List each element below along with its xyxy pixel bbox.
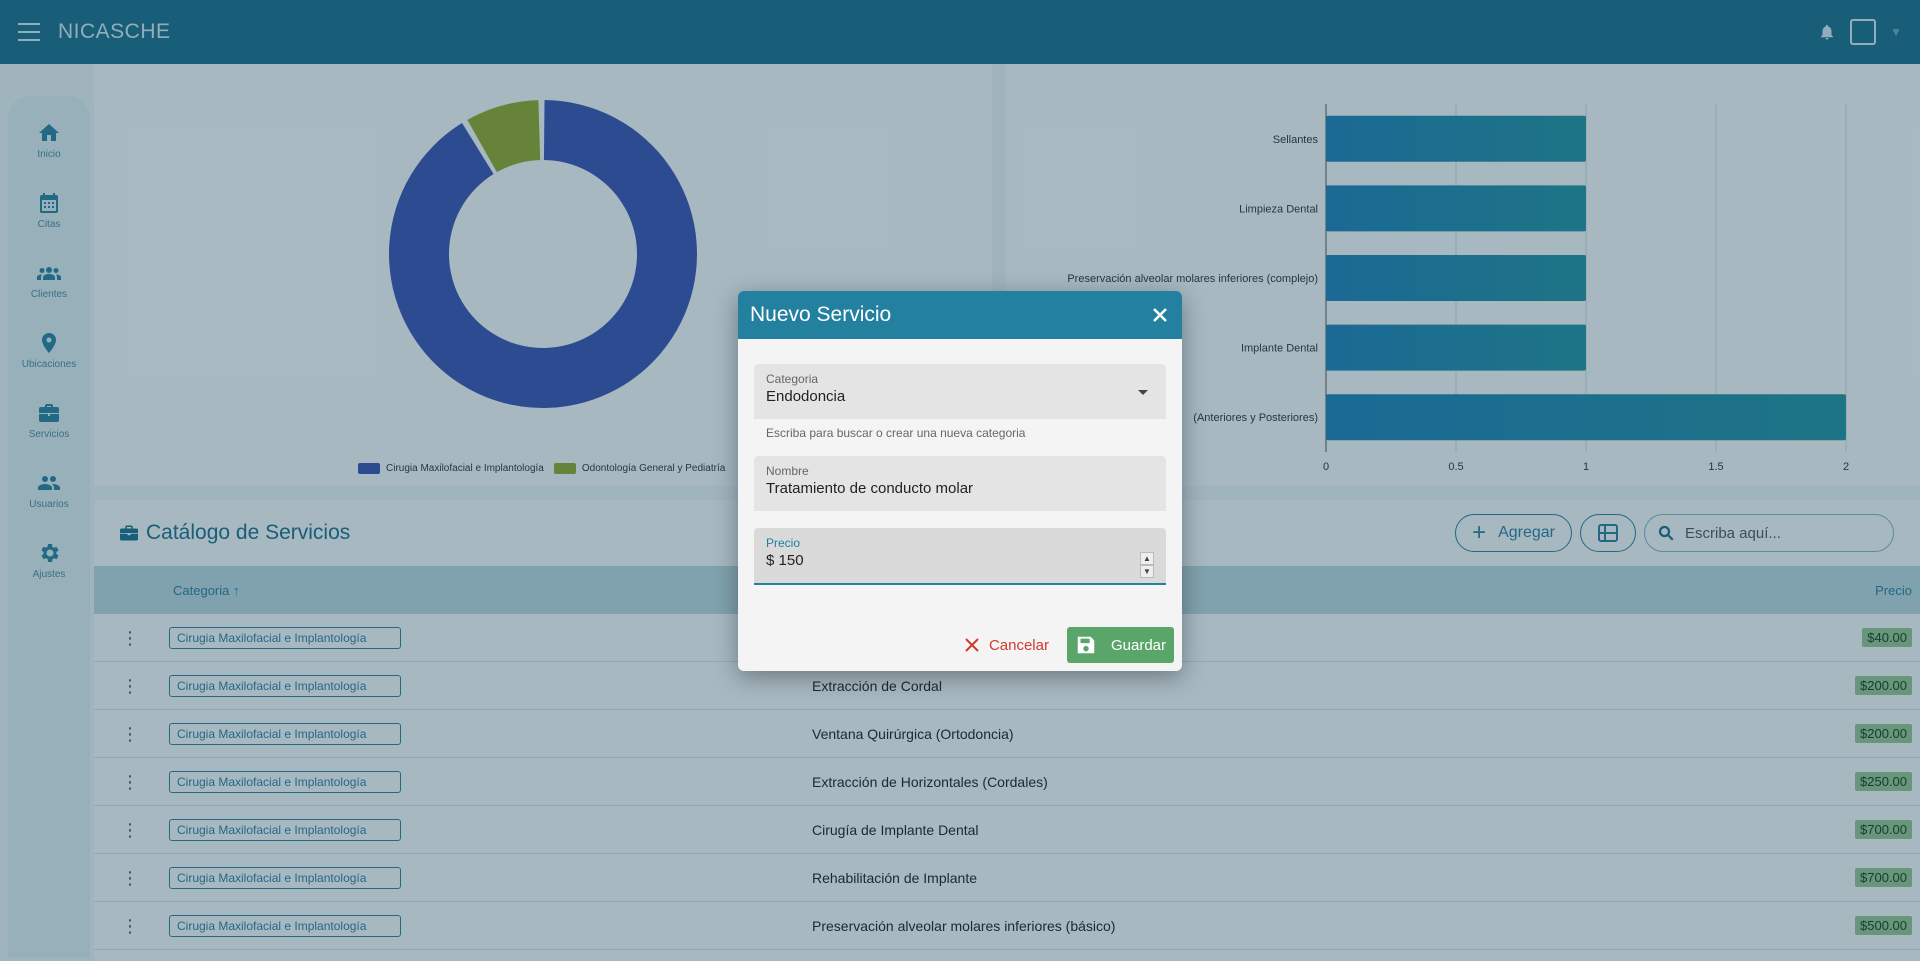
number-stepper[interactable]: ▲ ▼ <box>1140 552 1154 578</box>
save-button[interactable]: Guardar <box>1066 627 1174 663</box>
dialog-title: Nuevo Servicio <box>750 303 892 326</box>
dialog-header: Nuevo Servicio <box>738 291 1182 339</box>
category-helper-text: Escriba para buscar o crear una nueva ca… <box>766 426 1026 440</box>
price-field[interactable]: Precio $ 150 ▲ ▼ <box>754 528 1166 585</box>
close-icon <box>965 638 979 652</box>
category-select[interactable]: Categoria Endodoncia <box>754 364 1166 419</box>
dropdown-arrow-icon[interactable] <box>1138 390 1148 395</box>
name-field[interactable]: Nombre Tratamiento de conducto molar <box>754 456 1166 511</box>
dialog-actions: Cancelar Guardar <box>959 627 1174 663</box>
increment-icon[interactable]: ▲ <box>1140 552 1154 565</box>
new-service-dialog: Nuevo Servicio Categoria Endodoncia Escr… <box>738 291 1182 671</box>
cancel-button[interactable]: Cancelar <box>959 631 1055 660</box>
save-icon <box>1077 636 1095 654</box>
close-icon[interactable] <box>1150 305 1170 325</box>
decrement-icon[interactable]: ▼ <box>1140 565 1154 578</box>
